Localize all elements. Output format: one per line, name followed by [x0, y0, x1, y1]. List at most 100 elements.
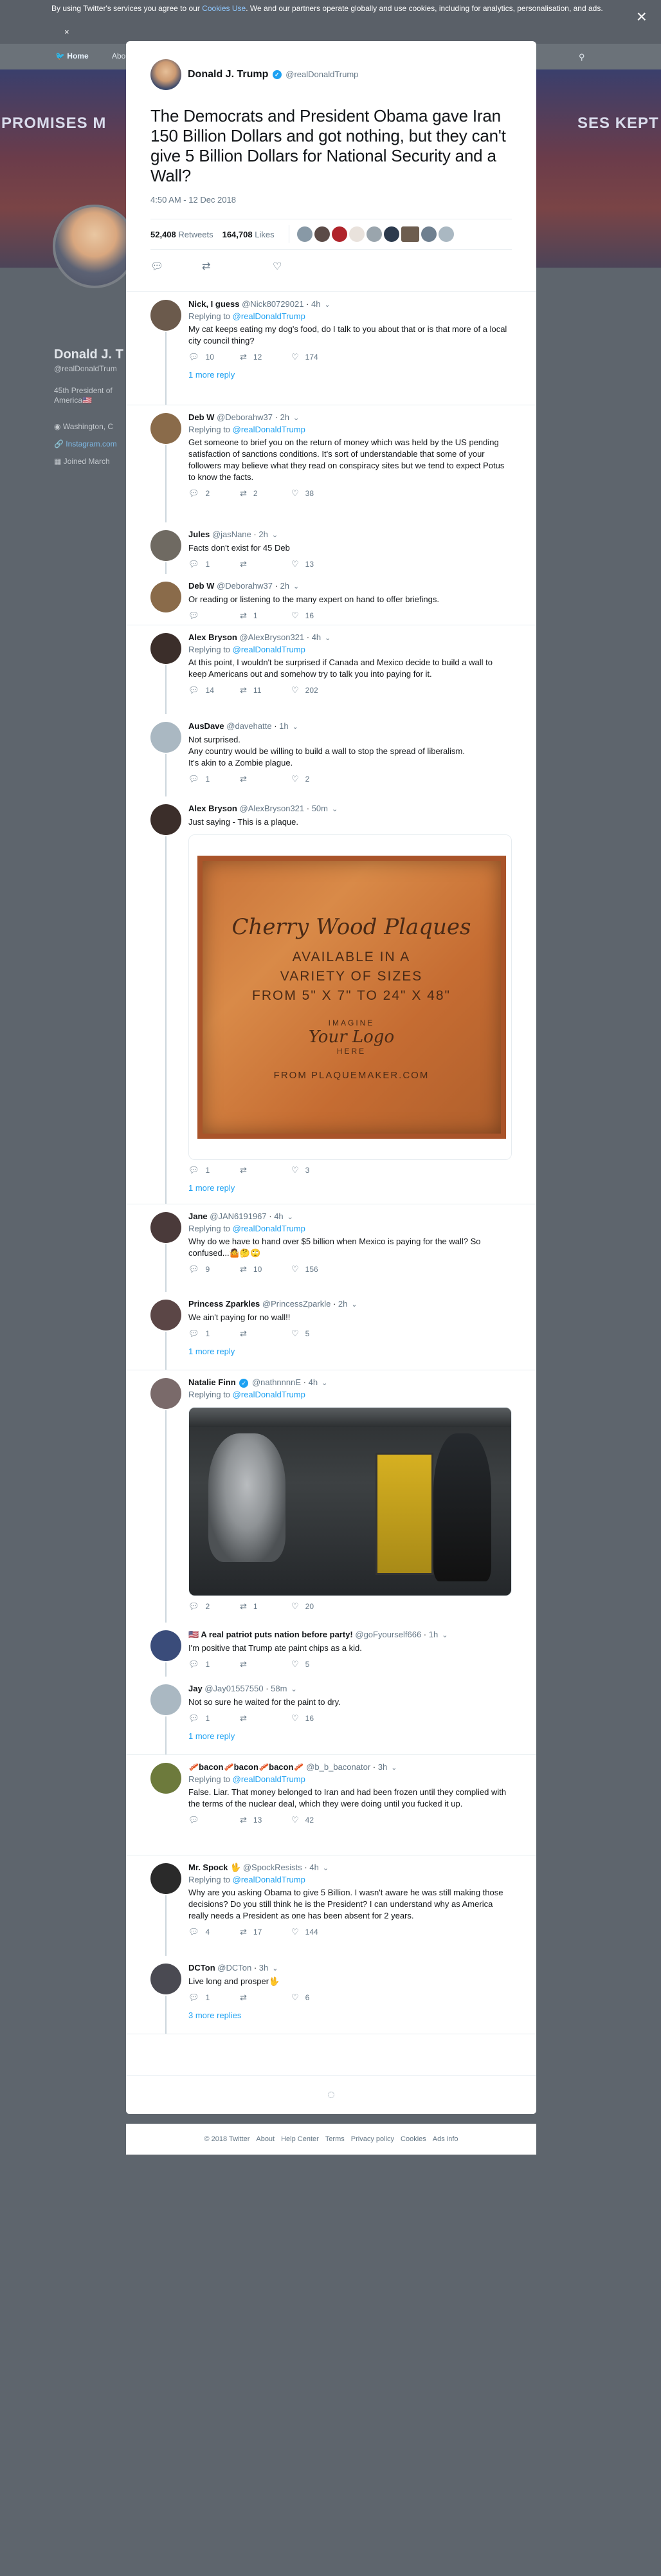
liker-avatar[interactable]: [401, 226, 419, 242]
like-button[interactable]: ♡ 13: [291, 559, 317, 569]
reply-tweet[interactable]: Jane @JAN6191967 · 4h ⌄ Replying to @real…: [126, 1204, 536, 1292]
retweet-button[interactable]: ⇄: [240, 774, 266, 784]
reply-time[interactable]: 2h: [258, 529, 267, 539]
reply-avatar[interactable]: [150, 582, 181, 612]
reply-time[interactable]: 58m: [271, 1684, 287, 1693]
like-icon[interactable]: ♡: [273, 260, 324, 273]
reply-icon[interactable]: 💬︎: [150, 260, 202, 273]
reply-avatar[interactable]: [150, 1863, 181, 1894]
reply-tweet[interactable]: Natalie Finn ✓ @nathnnnnE · 4h ⌄ Replying…: [126, 1370, 536, 1623]
chevron-down-icon[interactable]: ⌄: [287, 1213, 293, 1221]
reply-button[interactable]: 💬︎ 9: [188, 1264, 214, 1274]
reply-button[interactable]: 💬︎ 1: [188, 559, 214, 569]
reply-tweet[interactable]: Alex Bryson @AlexBryson321 · 4h ⌄ Replyin…: [126, 625, 536, 714]
like-button[interactable]: ♡ 38: [291, 488, 317, 499]
retweet-button[interactable]: ⇄: [240, 1329, 266, 1339]
chevron-down-icon[interactable]: ⌄: [293, 583, 299, 591]
like-button[interactable]: ♡ 174: [291, 352, 318, 362]
reply-button[interactable]: 💬︎ 2: [188, 1601, 214, 1612]
reply-tweet[interactable]: Deb W @Deborahw37 · 2h ⌄ Or reading or li…: [126, 574, 536, 625]
reply-tweet[interactable]: Alex Bryson @AlexBryson321 · 50m ⌄ Just s…: [126, 796, 536, 1204]
like-button[interactable]: ♡ 3: [291, 1165, 317, 1175]
reply-avatar[interactable]: [150, 722, 181, 753]
reply-time[interactable]: 1h: [279, 721, 288, 731]
retweet-button[interactable]: ⇄: [240, 1659, 266, 1670]
like-button[interactable]: ♡ 16: [291, 1713, 317, 1724]
nav-home[interactable]: 🐦 Home: [55, 51, 89, 60]
chevron-down-icon[interactable]: ⌄: [332, 805, 338, 813]
retweet-button[interactable]: ⇄ 17: [240, 1927, 266, 1937]
reply-time[interactable]: 4h: [274, 1211, 283, 1221]
more-replies-link[interactable]: 3 more replies: [188, 2010, 512, 2029]
nav-about[interactable]: Abo: [112, 51, 125, 60]
author-avatar[interactable]: [150, 59, 181, 90]
chevron-down-icon[interactable]: ⌄: [293, 414, 299, 422]
reply-time[interactable]: 4h: [312, 632, 321, 642]
reply-name[interactable]: Nick, I guess: [188, 299, 239, 309]
retweet-button[interactable]: ⇄ 1: [240, 611, 266, 621]
liker-avatar[interactable]: [383, 226, 399, 242]
chevron-down-icon[interactable]: ⌄: [351, 1301, 357, 1309]
search-icon[interactable]: ⚲: [579, 52, 585, 62]
chevron-down-icon[interactable]: ⌄: [321, 1379, 327, 1387]
reply-name[interactable]: Alex Bryson: [188, 632, 237, 642]
liker-avatar[interactable]: [331, 226, 347, 242]
reply-image[interactable]: [188, 1407, 512, 1596]
retweet-button[interactable]: ⇄ 11: [240, 685, 266, 695]
like-button[interactable]: ♡ 16: [291, 611, 317, 621]
liker-avatar[interactable]: [438, 226, 454, 242]
replying-to-link[interactable]: @realDonaldTrump: [233, 1224, 305, 1233]
like-count[interactable]: 164,708 Likes: [222, 230, 275, 239]
reply-tweet[interactable]: Jules @jasNane · 2h ⌄ Facts don't exist f…: [126, 522, 536, 574]
like-button[interactable]: ♡ 202: [291, 685, 318, 695]
reply-tweet[interactable]: AusDave @davehatte · 1h ⌄ Not surprised. …: [126, 714, 536, 796]
reply-tweet[interactable]: Mr. Spock 🖖 @SpockResists · 4h ⌄ Replying…: [126, 1855, 536, 1956]
close-modal-icon[interactable]: ×: [637, 8, 647, 26]
reply-avatar[interactable]: [150, 413, 181, 444]
like-button[interactable]: ♡ 156: [291, 1264, 318, 1274]
like-button[interactable]: ♡ 5: [291, 1659, 317, 1670]
chevron-down-icon[interactable]: ⌄: [272, 531, 278, 539]
reply-time[interactable]: 2h: [280, 412, 289, 422]
like-button[interactable]: ♡ 42: [291, 1815, 317, 1825]
reply-button[interactable]: 💬︎ 1: [188, 1992, 214, 2003]
reply-avatar[interactable]: [150, 1212, 181, 1243]
reply-button[interactable]: 💬︎ 1: [188, 1659, 214, 1670]
chevron-down-icon[interactable]: ⌄: [391, 1764, 397, 1772]
like-button[interactable]: ♡ 2: [291, 774, 317, 784]
reply-avatar[interactable]: [150, 530, 181, 561]
profile-link[interactable]: 🔗 Instagram.com: [54, 436, 117, 453]
reply-button[interactable]: 💬︎ 1: [188, 774, 214, 784]
retweet-count[interactable]: 52,408 Retweets: [150, 230, 213, 239]
reply-avatar[interactable]: [150, 1630, 181, 1661]
reply-time[interactable]: 4h: [311, 299, 320, 309]
reply-name[interactable]: Princess Zparkles: [188, 1299, 260, 1309]
footer-link[interactable]: Privacy policy: [351, 2135, 394, 2143]
more-replies-link[interactable]: 1 more reply: [188, 1183, 512, 1202]
reply-avatar[interactable]: [150, 804, 181, 835]
chevron-down-icon[interactable]: ⌄: [293, 723, 298, 731]
replying-to-link[interactable]: @realDonaldTrump: [233, 311, 305, 321]
reply-image[interactable]: Cherry Wood Plaques AVAILABLE IN A VARIE…: [188, 834, 512, 1160]
reply-name[interactable]: DCTon: [188, 1963, 215, 1973]
cookie-close-icon[interactable]: ×: [64, 27, 69, 37]
retweet-button[interactable]: ⇄ 10: [240, 1264, 266, 1274]
reply-button[interactable]: 💬︎ 2: [188, 488, 214, 499]
reply-avatar[interactable]: [150, 1378, 181, 1409]
reply-time[interactable]: 4h: [309, 1863, 318, 1872]
reply-name[interactable]: 🇺🇸 A real patriot puts nation before par…: [188, 1630, 353, 1639]
footer-link[interactable]: Cookies: [401, 2135, 426, 2143]
liker-avatar[interactable]: [296, 226, 312, 242]
retweet-button[interactable]: ⇄: [240, 1165, 266, 1175]
retweet-button[interactable]: ⇄ 2: [240, 488, 266, 499]
reply-button[interactable]: 💬︎ 10: [188, 352, 214, 362]
reply-button[interactable]: 💬︎ 1: [188, 1165, 214, 1175]
reply-avatar[interactable]: [150, 1300, 181, 1330]
chevron-down-icon[interactable]: ⌄: [324, 301, 330, 309]
replying-to-link[interactable]: @realDonaldTrump: [233, 1774, 305, 1784]
reply-time[interactable]: 4h: [309, 1377, 318, 1387]
reply-avatar[interactable]: [150, 1763, 181, 1794]
reply-name[interactable]: Jay: [188, 1684, 203, 1693]
reply-button[interactable]: 💬︎ 1: [188, 1329, 214, 1339]
reply-avatar[interactable]: [150, 300, 181, 331]
